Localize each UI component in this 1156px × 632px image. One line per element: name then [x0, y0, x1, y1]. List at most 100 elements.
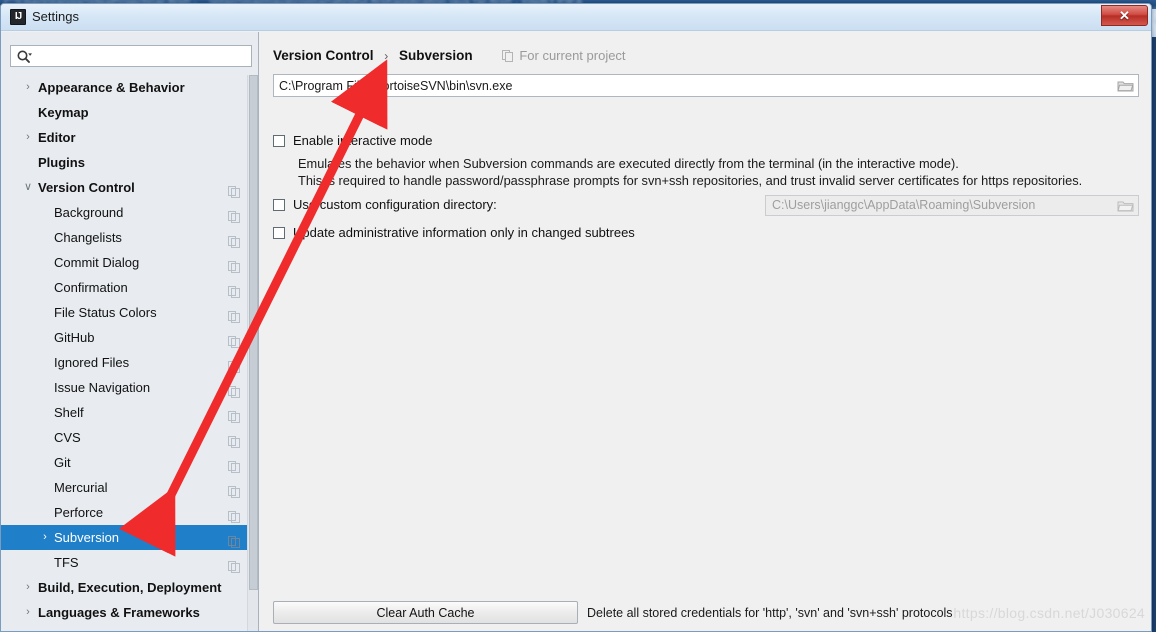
chevron-down-icon[interactable]: ∨ [21, 175, 35, 200]
sidebar-item-tools[interactable]: ›Tools [1, 625, 247, 631]
chevron-right-icon[interactable]: › [21, 75, 35, 100]
sidebar-item-label: Plugins [38, 155, 85, 170]
copy-settings-icon[interactable] [228, 381, 240, 398]
sidebar-item-issue-navigation[interactable]: Issue Navigation [1, 375, 247, 400]
sidebar-item-label: Background [54, 205, 124, 220]
copy-settings-icon[interactable] [228, 181, 240, 198]
custom-config-directory-field: C:\Users\jianggc\AppData\Roaming\Subvers… [765, 195, 1139, 216]
sidebar-scrollbar[interactable] [247, 75, 258, 631]
copy-settings-icon[interactable] [228, 256, 240, 273]
copy-settings-icon[interactable] [228, 306, 240, 323]
copy-settings-icon[interactable] [228, 406, 240, 423]
sidebar-item-changelists[interactable]: Changelists [1, 225, 247, 250]
update-admin-info-checkbox[interactable] [273, 227, 285, 239]
intellij-logo-icon: IJ [10, 9, 26, 25]
copy-settings-icon[interactable] [228, 456, 240, 473]
sidebar-item-ignored-files[interactable]: Ignored Files [1, 350, 247, 375]
sidebar-scrollbar-thumb[interactable] [249, 75, 258, 590]
sidebar-item-cvs[interactable]: CVS [1, 425, 247, 450]
sidebar-item-mercurial[interactable]: Mercurial [1, 475, 247, 500]
copy-settings-icon[interactable] [228, 431, 240, 448]
sidebar-item-confirmation[interactable]: Confirmation [1, 275, 247, 300]
sidebar-item-version-control[interactable]: ∨ Version Control [1, 175, 247, 200]
chevron-right-icon[interactable]: › [38, 525, 52, 550]
sidebar-item-label: Version Control [38, 180, 135, 195]
copy-settings-icon[interactable] [228, 356, 240, 373]
copy-settings-icon[interactable] [228, 331, 240, 348]
sidebar-item-languages-frameworks[interactable]: › Languages & Frameworks [1, 600, 247, 625]
browse-folder-icon[interactable] [1117, 78, 1135, 94]
screenshot-root: C:\Users\jianggc\IdeaProjects\ar-first] … [0, 0, 1156, 632]
copy-settings-icon[interactable] [228, 531, 240, 548]
use-custom-config-label: Use custom configuration directory: [293, 197, 497, 212]
sidebar-item-label: Languages & Frameworks [38, 605, 200, 620]
dialog-title: Settings [32, 9, 79, 24]
sidebar-item-commit-dialog[interactable]: Commit Dialog [1, 250, 247, 275]
interactive-mode-description-line2: This is required to handle password/pass… [298, 173, 1083, 188]
enable-interactive-mode-label: Enable interactive mode [293, 133, 433, 148]
sidebar-item-build-execution-deployment[interactable]: › Build, Execution, Deployment [1, 575, 247, 600]
sidebar-item-appearance-behavior[interactable]: › Appearance & Behavior [1, 75, 247, 100]
copy-settings-icon[interactable] [228, 481, 240, 498]
sidebar-item-label: Keymap [38, 105, 89, 120]
copy-settings-icon[interactable] [228, 506, 240, 523]
sidebar-item-git[interactable]: Git [1, 450, 247, 475]
project-scope-text: For current project [519, 48, 626, 63]
settings-sidebar: › Appearance & Behavior Keymap › Editor Plugi… [1, 32, 259, 631]
close-button[interactable]: ✕ [1101, 5, 1148, 26]
sidebar-item-label: Build, Execution, Deployment [38, 580, 222, 595]
breadcrumb-root[interactable]: Version Control [273, 48, 374, 63]
search-box[interactable] [10, 45, 252, 67]
settings-content-pane: Version Control › Subversion For current… [260, 32, 1151, 631]
breadcrumb-leaf: Subversion [399, 48, 473, 63]
copy-settings-icon[interactable] [228, 206, 240, 223]
interactive-mode-description-line1: Emulates the behavior when Subversion co… [298, 156, 959, 171]
sidebar-item-background[interactable]: Background [1, 200, 247, 225]
copy-settings-icon[interactable] [228, 556, 240, 573]
chevron-right-icon[interactable]: › [21, 125, 35, 150]
sidebar-item-file-status-colors[interactable]: File Status Colors [1, 300, 247, 325]
sidebar-item-label: Editor [38, 130, 76, 145]
sidebar-item-tfs[interactable]: TFS [1, 550, 247, 575]
sidebar-item-label: Subversion [54, 530, 120, 545]
update-admin-info-label: Update administrative information only i… [293, 225, 635, 240]
sidebar-item-keymap[interactable]: Keymap [1, 100, 247, 125]
sidebar-item-label: Appearance & Behavior [38, 80, 185, 95]
sidebar-item-label: Mercurial [54, 480, 108, 495]
sidebar-item-label: Confirmation [54, 280, 128, 295]
chevron-right-icon[interactable]: › [21, 575, 35, 600]
sidebar-item-label: File Status Colors [54, 305, 157, 320]
sidebar-item-subversion[interactable]: › Subversion [1, 525, 247, 550]
sidebar-item-perforce[interactable]: Perforce [1, 500, 247, 525]
sidebar-item-label: Shelf [54, 405, 84, 420]
svn-executable-path-input[interactable] [279, 75, 1112, 96]
copy-settings-icon [502, 50, 514, 65]
use-custom-config-row[interactable]: Use custom configuration directory: [273, 197, 497, 212]
sidebar-item-plugins[interactable]: Plugins [1, 150, 247, 175]
chevron-right-icon[interactable]: › [21, 600, 35, 625]
enable-interactive-mode-row[interactable]: Enable interactive mode [273, 133, 432, 148]
search-input[interactable] [37, 46, 248, 66]
sidebar-item-label: Perforce [54, 505, 104, 520]
update-admin-info-row[interactable]: Update administrative information only i… [273, 225, 635, 240]
clear-auth-cache-button[interactable]: Clear Auth Cache [273, 601, 578, 624]
svn-executable-path-field[interactable] [273, 74, 1139, 97]
copy-settings-icon[interactable] [228, 281, 240, 298]
breadcrumb: Version Control › Subversion For current… [273, 48, 626, 65]
sidebar-item-label: Commit Dialog [54, 255, 140, 270]
browse-config-folder-icon [1117, 198, 1135, 214]
sidebar-item-label: CVS [54, 430, 81, 445]
sidebar-item-github[interactable]: GitHub [1, 325, 247, 350]
chevron-right-icon[interactable]: › [21, 625, 35, 631]
copy-settings-icon[interactable] [228, 231, 240, 248]
breadcrumb-separator: › [384, 49, 389, 63]
use-custom-config-checkbox[interactable] [273, 199, 285, 211]
dialog-body: › Appearance & Behavior Keymap › Editor Plugi… [1, 32, 1151, 631]
clear-auth-cache-note: Delete all stored credentials for 'http'… [587, 606, 953, 620]
watermark-text: https://blog.csdn.net/J030624 [953, 605, 1145, 621]
sidebar-item-editor[interactable]: › Editor [1, 125, 247, 150]
sidebar-item-label: Tools [38, 630, 72, 631]
enable-interactive-mode-checkbox[interactable] [273, 135, 285, 147]
sidebar-item-shelf[interactable]: Shelf [1, 400, 247, 425]
project-scope-label: For current project [502, 48, 626, 65]
